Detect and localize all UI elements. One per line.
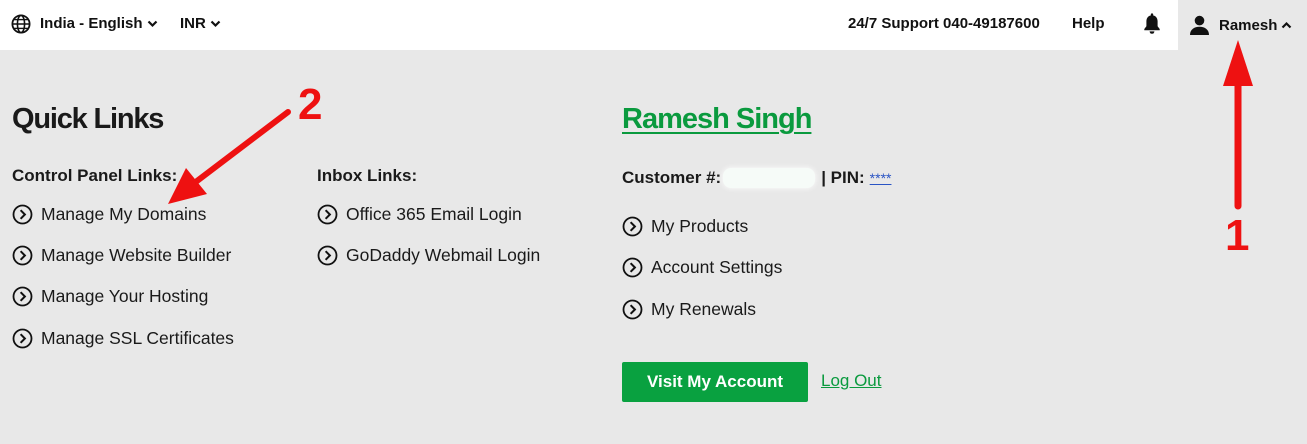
- link-label: Account Settings: [651, 257, 783, 277]
- circle-chevron-right-icon: [12, 328, 33, 349]
- customer-info: Customer #: | PIN: ****: [622, 168, 891, 188]
- user-icon: [1190, 15, 1209, 35]
- circle-chevron-right-icon: [12, 204, 33, 225]
- notifications-button[interactable]: [1142, 0, 1162, 47]
- link-label: Manage My Domains: [41, 204, 207, 224]
- account-name: Ramesh: [1219, 16, 1278, 34]
- circle-chevron-right-icon: [622, 257, 643, 278]
- currency-selector[interactable]: INR: [180, 0, 221, 47]
- locale-label: India - English: [40, 15, 143, 32]
- circle-chevron-right-icon: [317, 245, 338, 266]
- user-full-name-link[interactable]: Ramesh Singh: [622, 103, 812, 136]
- link-label: GoDaddy Webmail Login: [346, 245, 541, 265]
- currency-label: INR: [180, 15, 206, 32]
- chevron-down-icon: [210, 20, 221, 27]
- link-label: Manage Your Hosting: [41, 286, 209, 306]
- pin-value-link[interactable]: ****: [870, 170, 892, 186]
- annotation-number-2: 2: [298, 80, 323, 129]
- godaddy-webmail-login-link[interactable]: GoDaddy Webmail Login: [317, 245, 540, 266]
- my-renewals-link[interactable]: My Renewals: [622, 299, 756, 320]
- visit-my-account-button[interactable]: Visit My Account: [622, 362, 808, 402]
- help-label: Help: [1072, 15, 1105, 32]
- office-365-email-login-link[interactable]: Office 365 Email Login: [317, 204, 522, 225]
- circle-chevron-right-icon: [317, 204, 338, 225]
- chevron-up-icon: [1282, 21, 1292, 29]
- locale-selector[interactable]: India - English: [11, 0, 158, 47]
- link-label: My Products: [651, 216, 749, 236]
- circle-chevron-right-icon: [12, 245, 33, 266]
- account-settings-link[interactable]: Account Settings: [622, 257, 782, 278]
- quick-links-heading: Quick Links: [12, 103, 164, 135]
- inbox-links-title: Inbox Links:: [317, 166, 418, 185]
- link-label: Manage Website Builder: [41, 245, 232, 265]
- circle-chevron-right-icon: [622, 299, 643, 320]
- manage-ssl-certificates-link[interactable]: Manage SSL Certificates: [12, 328, 234, 349]
- manage-your-hosting-link[interactable]: Manage Your Hosting: [12, 286, 208, 307]
- customer-label: Customer #:: [622, 168, 722, 187]
- manage-website-builder-link[interactable]: Manage Website Builder: [12, 245, 231, 266]
- support-label: 24/7 Support: [848, 15, 939, 32]
- control-panel-links-title: Control Panel Links:: [12, 166, 178, 185]
- support-info: 24/7 Support 040-49187600: [848, 0, 1040, 47]
- annotation-number-1: 1: [1225, 211, 1250, 260]
- my-products-link[interactable]: My Products: [622, 216, 748, 237]
- log-out-link[interactable]: Log Out: [821, 371, 882, 391]
- pin-label: | PIN:: [821, 168, 865, 187]
- bell-icon: [1144, 12, 1160, 34]
- support-phone[interactable]: 040-49187600: [943, 15, 1040, 32]
- help-link[interactable]: Help: [1072, 0, 1105, 47]
- annotation-arrow-2-shaft: [194, 109, 291, 184]
- link-label: Manage SSL Certificates: [41, 328, 234, 348]
- link-label: Office 365 Email Login: [346, 204, 522, 224]
- circle-chevron-right-icon: [622, 216, 643, 237]
- top-bar: India - English INR 24/7 Support 040-491…: [0, 0, 1307, 50]
- circle-chevron-right-icon: [12, 286, 33, 307]
- redacted-customer-number: [723, 168, 816, 188]
- manage-my-domains-link[interactable]: Manage My Domains: [12, 204, 206, 225]
- chevron-down-icon: [147, 20, 157, 27]
- globe-icon: [11, 13, 31, 34]
- account-menu-button[interactable]: Ramesh: [1178, 0, 1307, 50]
- link-label: My Renewals: [651, 299, 757, 319]
